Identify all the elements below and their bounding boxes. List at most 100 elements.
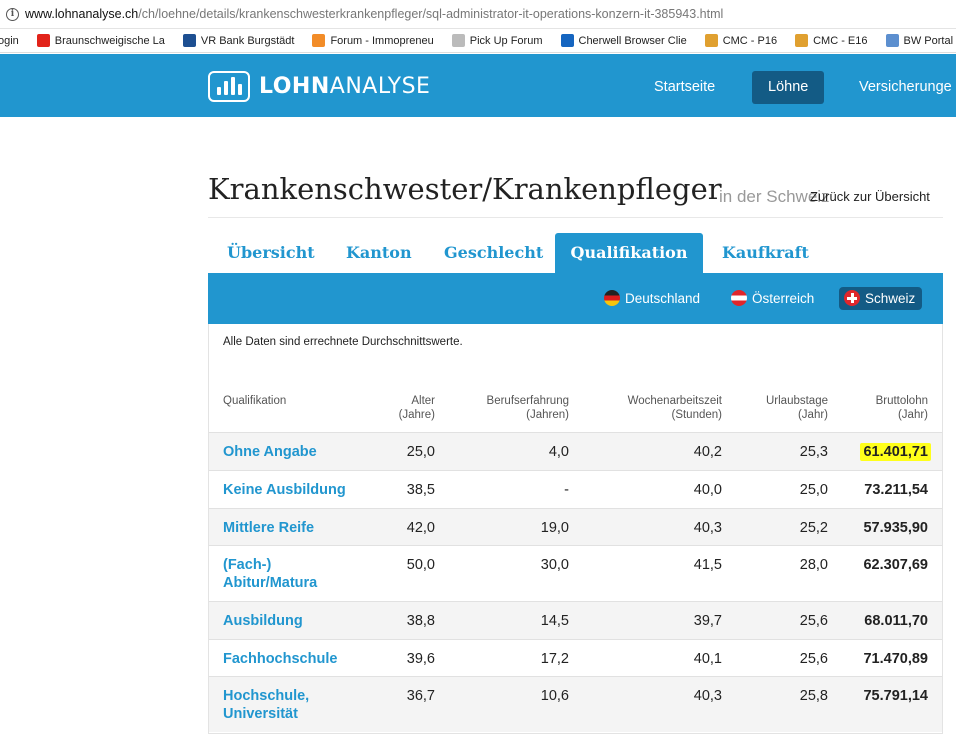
bookmark-item[interactable]: CMC - E16 [795,34,868,47]
bookmark-label: CMC - E16 [813,34,868,47]
bookmark-item[interactable]: Braunschweigische La [36,34,165,47]
cell-alter: 38,8 [406,613,435,629]
cell-urlaubstage: 25,8 [799,688,828,704]
tab-bar: Übersicht Kanton Geschlecht Qualifikatio… [208,233,943,273]
cell-alter: 50,0 [406,557,435,573]
bookmark-icon [885,34,899,47]
cell-berufserfahrung: 14,5 [540,613,569,629]
cell-urlaubstage: 25,0 [799,482,828,498]
divider [208,217,943,218]
cell-bruttolohn: 57.935,90 [863,520,928,536]
tab-geschlecht[interactable]: Geschlecht [444,233,543,273]
bookmark-label: Pick Up Forum [469,34,543,47]
bookmark-icon [36,34,50,47]
cell-wochenarbeitszeit: 41,5 [693,557,722,573]
bookmark-label: ogin [0,34,19,47]
bookmark-label: Cherwell Browser Clie [578,34,687,47]
cell-alter: 42,0 [406,520,435,536]
tab-kaufkraft[interactable]: Kaufkraft [722,233,809,273]
cell-urlaubstage: 25,3 [799,444,828,460]
cell-berufserfahrung: 17,2 [540,651,569,667]
cell-berufserfahrung: 19,0 [540,520,569,536]
cell-berufserfahrung: 4,0 [548,444,569,460]
country-label: Österreich [752,291,815,306]
table-row: Mittlere Reife 42,0 19,0 40,3 25,2 57.935,90 [209,508,942,545]
bookmark-item[interactable]: CMC - P16 [704,34,778,47]
bookmarks-bar: ogin Braunschweigische La VR Bank Burgstäd… [0,29,956,53]
col-header-urlaubstage: Urlaubstage (Jahr) [765,395,828,421]
bookmark-item[interactable]: Cherwell Browser Clie [560,34,687,47]
bookmark-icon [312,34,326,47]
country-deutschland[interactable]: Deutschland [599,287,707,310]
cell-berufserfahrung: 30,0 [540,557,569,573]
cell-urlaubstage: 25,6 [799,613,828,629]
austria-flag-icon [731,290,747,306]
bookmark-icon [795,34,809,47]
bookmark-label: VR Bank Burgstädt [200,34,295,47]
tab-uebersicht[interactable]: Übersicht [227,233,315,273]
info-icon[interactable]: i [6,7,19,21]
address-bar[interactable]: i www.lohnanalyse.ch/ch/loehne/details/k… [0,0,956,29]
cell-urlaubstage: 28,0 [799,557,828,573]
cell-bruttolohn: 68.011,70 [864,613,928,629]
bookmark-label: Forum - Immopreneu [330,34,434,47]
cell-bruttolohn: 73.211,54 [864,482,928,498]
nav-startseite[interactable]: Startseite [638,71,731,104]
bookmark-icon [182,34,196,47]
table-row: Keine Ausbildung 38,5 - 40,0 25,0 73.211,54 [209,470,942,508]
qualification-link[interactable]: Fachhochschule [223,650,363,668]
bookmark-icon [451,34,465,47]
cell-wochenarbeitszeit: 40,3 [693,688,722,704]
country-schweiz[interactable]: Schweiz [839,287,923,310]
bookmark-item[interactable]: ogin [0,35,19,47]
qualification-link[interactable]: Hochschule, Universität [223,687,363,723]
country-oesterreich[interactable]: Österreich [726,287,821,310]
tab-kanton[interactable]: Kanton [346,233,412,273]
bookmark-item[interactable]: Pick Up Forum [451,34,543,47]
back-to-overview-link[interactable]: Zurück zur Übersicht [810,189,930,204]
cell-wochenarbeitszeit: 40,0 [693,482,722,498]
cell-urlaubstage: 25,2 [799,520,828,536]
col-header-wochenarbeitszeit: Wochenarbeitszeit (Stunden) [627,395,722,421]
table-row: Hochschule, Universität 36,7 10,6 40,3 25,8 7… [209,676,942,732]
bookmark-item[interactable]: BW Portal - Lau [885,34,956,47]
cell-bruttolohn: 71.470,89 [863,651,928,667]
bookmark-label: BW Portal - Lau [903,34,956,47]
cell-bruttolohn: 75.791,14 [863,688,928,704]
country-label: Deutschland [625,291,701,306]
bookmark-label: CMC - P16 [722,34,778,47]
cell-wochenarbeitszeit: 40,3 [693,520,722,536]
table-row: Fachhochschule 39,6 17,2 40,1 25,6 71.470,89 [209,639,942,676]
table-row: Ausbildung 38,8 14,5 39,7 25,6 68.011,70 [209,601,942,639]
table-row: Ohne Angabe 25,0 4,0 40,2 25,3 61.401,71 [209,432,942,470]
switzerland-flag-icon [844,290,860,306]
cell-wochenarbeitszeit: 39,7 [693,613,722,629]
cell-wochenarbeitszeit: 40,1 [693,651,722,667]
country-selector: Deutschland Österreich Schweiz [208,273,943,324]
cell-alter: 25,0 [406,444,435,460]
cell-urlaubstage: 25,6 [799,651,828,667]
qualification-link[interactable]: Ohne Angabe [223,443,363,461]
nav-versicherungen[interactable]: Versicherunge [843,71,956,104]
nav-loehne[interactable]: Löhne [752,71,825,104]
bookmark-item[interactable]: VR Bank Burgstädt [182,34,295,47]
bookmark-icon [560,34,574,47]
qualification-link[interactable]: (Fach-) Abitur/Matura [223,556,363,592]
cell-wochenarbeitszeit: 40,2 [693,444,722,460]
qualification-link[interactable]: Mittlere Reife [223,519,363,537]
main-nav: Startseite Löhne Versicherunge [0,71,956,105]
bookmark-label: Braunschweigische La [54,34,165,47]
cell-alter: 38,5 [406,482,435,498]
bookmark-item[interactable]: Forum - Immopreneu [312,34,434,47]
url-host: www.lohnanalyse.ch [25,7,139,21]
page-title: Krankenschwester/Krankenpfleger [208,172,722,206]
cell-bruttolohn: 61.401,71 [860,443,931,461]
cell-alter: 39,6 [406,651,435,667]
qualification-link[interactable]: Ausbildung [223,612,363,630]
col-header-qualifikation: Qualifikation [223,395,287,407]
qualification-link[interactable]: Keine Ausbildung [223,481,363,499]
tab-qualifikation[interactable]: Qualifikation [555,233,703,273]
col-header-berufserfahrung: Berufserfahrung (Jahren) [486,395,569,421]
cell-alter: 36,7 [406,688,435,704]
cell-bruttolohn: 62.307,69 [863,557,928,573]
